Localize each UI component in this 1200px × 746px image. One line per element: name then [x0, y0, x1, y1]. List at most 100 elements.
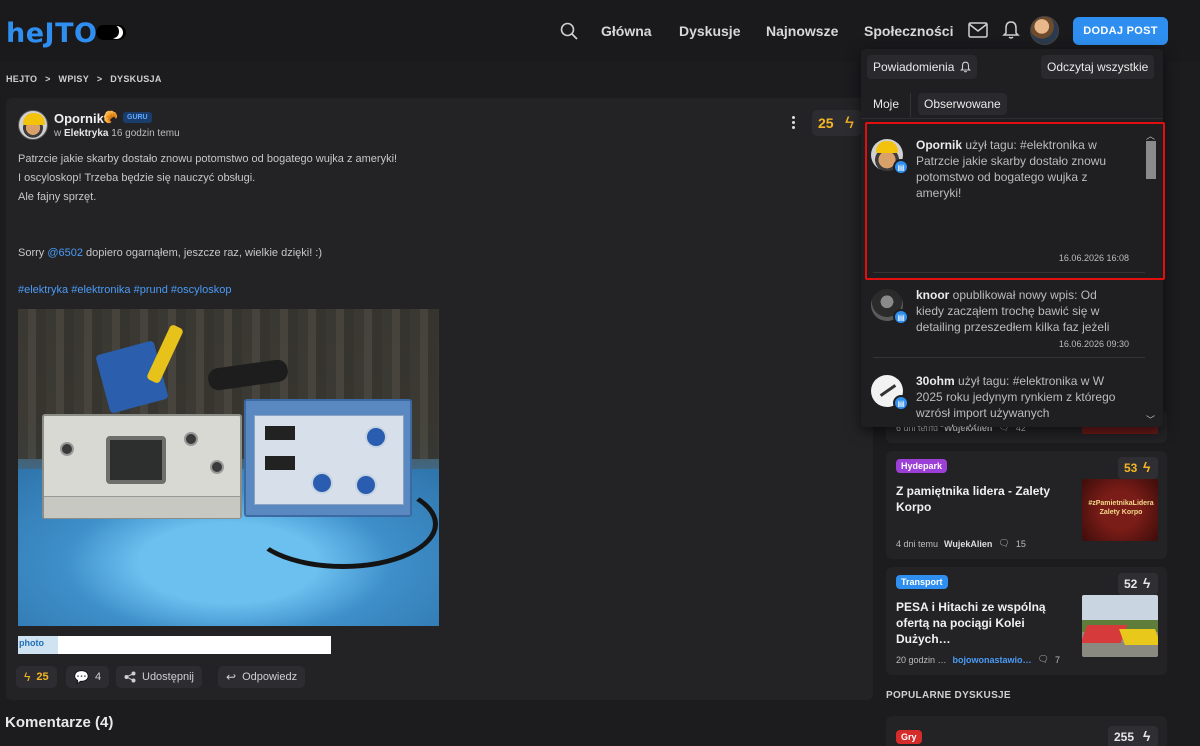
share-button[interactable]: Udostępnij — [116, 666, 202, 688]
nav-link-home[interactable]: Główna — [601, 23, 652, 39]
post-author-name[interactable]: Opornik — [54, 111, 104, 126]
lightning-icon: ϟ — [1143, 728, 1151, 744]
card-time: 4 dni temu — [896, 538, 939, 549]
notifications-title: Powiadomienia — [873, 60, 955, 74]
notification-user: knoor — [916, 288, 950, 302]
card-thumbnail[interactable] — [1082, 595, 1158, 657]
search-icon[interactable] — [560, 22, 578, 40]
post-meta-prefix: w — [54, 128, 64, 139]
card-user[interactable]: bojowonastawio… — [953, 655, 1032, 665]
image-oscilloscope — [42, 414, 242, 519]
tag-link[interactable]: #oscyloskop — [171, 284, 232, 296]
user-avatar[interactable] — [1030, 16, 1059, 45]
notification-text: 30ohm użył tagu: #elektronika w W 2025 r… — [916, 373, 1121, 427]
tag-link[interactable]: #prund — [134, 284, 168, 296]
card-score-value: 52 — [1124, 577, 1138, 591]
card-thumbnail[interactable]: #zPamietnikaLidera Zalety Korpo — [1082, 479, 1158, 541]
reply-arrow-icon: ↩ — [226, 670, 237, 684]
share-icon — [124, 671, 136, 683]
breadcrumb-entries[interactable]: WPISY — [59, 74, 90, 84]
nav-link-discussions[interactable]: Dyskusje — [679, 23, 740, 39]
post-text-thanks: Sorry @6502 dopiero ogarnąłem, jeszcze r… — [18, 247, 322, 259]
card-score[interactable]: 52 ϟ — [1118, 573, 1158, 595]
notification-user: 30ohm — [916, 374, 955, 388]
user-mention-link[interactable]: @6502 — [47, 247, 83, 259]
breadcrumb-separator: > — [96, 74, 103, 84]
read-all-button[interactable]: Odczytaj wszystkie — [1041, 55, 1155, 79]
category-badge[interactable]: Transport — [896, 575, 948, 589]
lightning-icon: ϟ — [845, 113, 854, 132]
card-time: 20 godzin … — [896, 654, 947, 665]
notification-text: knoor opublikował nowy wpis: Od kiedy za… — [916, 287, 1121, 335]
thanks-suffix: dopiero ogarnąłem, jeszcze raz, wielkie … — [82, 247, 323, 259]
tab-observed[interactable]: Obserwowane — [918, 93, 1007, 115]
post-type-icon: ▤ — [893, 395, 909, 411]
post-community[interactable]: Elektryka — [64, 128, 108, 139]
notification-time: 16.06.2026 09:30 — [1058, 339, 1129, 349]
chat-bubbles-icon: 💬 — [74, 670, 89, 684]
bell-icon[interactable] — [1002, 20, 1020, 40]
card-score-value: 53 — [1124, 461, 1138, 475]
tab-mine[interactable]: Moje — [867, 93, 905, 115]
notifications-tabs: Moje Obserwowane — [861, 93, 1163, 119]
notification-item[interactable]: ▤ 30ohm użył tagu: #elektronika w W 2025… — [867, 373, 1147, 427]
ad-banner[interactable]: photo — [18, 636, 331, 654]
comments-heading: Komentarze (4) — [5, 714, 114, 731]
comments-button[interactable]: 💬 4 — [66, 666, 110, 688]
highlight-box — [865, 122, 1165, 280]
card-meta: 4 dni temu WujekAlien 🗨 15 — [896, 538, 1026, 549]
thanks-prefix: Sorry — [18, 247, 48, 259]
card-score[interactable]: 255 ϟ — [1108, 726, 1158, 746]
image-cable — [248, 479, 438, 569]
post-text-line: Patrzcie jakie skarby dostało znowu poto… — [18, 153, 398, 165]
more-options-icon[interactable] — [790, 116, 796, 130]
breadcrumb-hejto[interactable]: HEJTO — [6, 74, 37, 84]
post-time: 16 godzin temu — [111, 128, 180, 139]
comment-icon: 🗨 — [1037, 654, 1049, 664]
sidebar-card-popular[interactable]: Gry 255 ϟ — [886, 716, 1167, 746]
tag-link[interactable]: #elektryka — [18, 284, 68, 296]
breadcrumb: HEJTO > WPISY > DYSKUSJA — [6, 74, 167, 84]
breadcrumb-discussion: DYSKUSJA — [110, 74, 162, 84]
comment-icon: 🗨 — [998, 538, 1010, 548]
post-image[interactable] — [18, 309, 439, 626]
card-title[interactable]: PESA i Hitachi ze wspólną ofertą na poci… — [896, 599, 1071, 647]
guru-badge: GURU — [123, 112, 152, 123]
category-badge[interactable]: Hydepark — [896, 459, 948, 473]
theme-toggle[interactable] — [96, 25, 126, 40]
card-user[interactable]: WujekAlien — [944, 539, 992, 549]
card-score[interactable]: 53 ϟ — [1118, 457, 1158, 479]
nav-link-communities[interactable]: Społeczności — [864, 23, 953, 39]
card-meta: 20 godzin … bojowonastawio… 🗨 7 — [896, 654, 1060, 665]
category-badge[interactable]: Gry — [896, 730, 922, 744]
sidebar-card-transport[interactable]: Transport 52 ϟ PESA i Hitachi ze wspólną… — [886, 567, 1167, 675]
notification-separator — [873, 357, 1145, 358]
card-comments: 15 — [1015, 538, 1026, 549]
train-yellow-shape — [1119, 629, 1158, 645]
tab-divider — [910, 93, 911, 117]
hejto-logo[interactable]: heJTO — [6, 18, 97, 49]
scroll-down-icon[interactable]: ﹀ — [1146, 413, 1155, 426]
notifications-header[interactable]: Powiadomienia — [867, 55, 978, 79]
card-title[interactable]: Z pamiętnika lidera - Zalety Korpo — [896, 483, 1071, 515]
vote-button[interactable]: ϟ 25 — [16, 666, 57, 688]
reply-button[interactable]: ↩ Odpowiedz — [218, 666, 306, 688]
mail-icon[interactable] — [968, 22, 988, 38]
bell-icon — [960, 61, 972, 73]
post-vote-count: 25 — [818, 115, 834, 131]
post-author-avatar[interactable] — [18, 110, 48, 140]
notification-item[interactable]: ▤ knoor opublikował nowy wpis: Od kiedy … — [867, 287, 1147, 367]
nav-link-newest[interactable]: Najnowsze — [766, 23, 838, 39]
moon-icon — [108, 25, 119, 38]
post-text-line: I oscyloskop! Trzeba będzie się nauczyć … — [18, 172, 256, 184]
post-vote-box[interactable]: 25 ϟ — [812, 110, 862, 136]
card-comments: 7 — [1055, 654, 1061, 665]
lightning-icon: ϟ — [1143, 575, 1151, 591]
sidebar-card-hydepark[interactable]: Hydepark 53 ϟ Z pamiętnika lidera - Zale… — [886, 451, 1167, 559]
share-label: Udostępnij — [142, 671, 194, 683]
tag-link[interactable]: #elektronika — [71, 284, 130, 296]
popular-discussions-heading: POPULARNE DYSKUSJE — [886, 690, 1011, 701]
add-post-button[interactable]: DODAJ POST — [1073, 17, 1168, 45]
croissant-icon: 🥐 — [103, 110, 118, 124]
post-text-line: Ale fajny sprzęt. — [18, 191, 97, 203]
